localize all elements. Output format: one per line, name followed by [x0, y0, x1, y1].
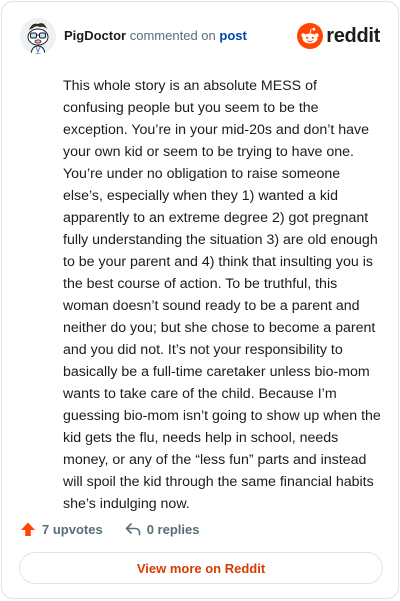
snoo-avatar-icon — [20, 18, 56, 54]
upvote-arrow-icon — [21, 522, 35, 536]
reply-icon — [125, 523, 140, 536]
comment-meta: PigDoctor commented on post — [64, 28, 247, 44]
upvotes-label: 7 upvotes — [42, 521, 103, 537]
reddit-snoo-icon — [297, 23, 324, 49]
comment-body: This whole story is an absolute MESS of … — [63, 78, 381, 512]
comment-header: PigDoctor commented on post reddit — [20, 18, 382, 54]
upvotes-stat[interactable]: 7 upvotes — [20, 521, 103, 537]
author-link[interactable]: PigDoctor — [64, 28, 126, 43]
embedded-comment-card: PigDoctor commented on post reddit This … — [1, 1, 399, 599]
view-more-button[interactable]: View more on Reddit — [19, 552, 383, 584]
post-link[interactable]: post — [219, 28, 246, 43]
replies-label: 0 replies — [146, 521, 200, 537]
replies-stat[interactable]: 0 replies — [125, 521, 200, 537]
action-text: commented on — [129, 28, 216, 43]
reddit-wordmark: reddit — [326, 24, 380, 47]
reddit-logo[interactable]: reddit — [297, 22, 380, 50]
avatar[interactable] — [20, 18, 56, 54]
comment-footer: 7 upvotes 0 replies — [20, 518, 380, 540]
